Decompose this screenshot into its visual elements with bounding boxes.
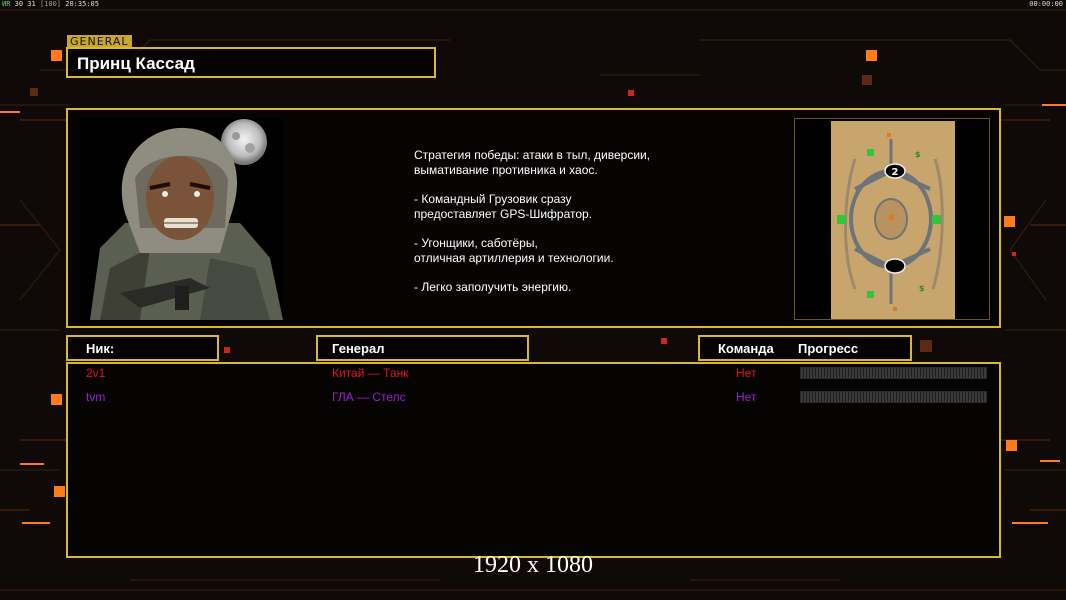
player-team: Нет [736, 366, 757, 380]
supply-icon: $ [919, 284, 925, 293]
column-header-general: Генерал [316, 335, 529, 361]
player-general: Китай — Танк [332, 366, 409, 380]
player-nick: 2v1 [86, 366, 106, 380]
portrait-image [80, 118, 283, 320]
fps-label: ИR [2, 0, 11, 8]
game-timer: 00:00:00 [1029, 0, 1063, 8]
column-header-nick: Ник: [66, 335, 219, 361]
description-units: - Угонщики, саботёры, отличная артиллери… [414, 236, 614, 265]
general-description: Стратегия победы: атаки в тыл, диверсии,… [414, 148, 754, 309]
fps-values: 30 31 [14, 0, 36, 8]
general-name: Принц Кассад [77, 54, 195, 73]
column-general-label: Генерал [332, 341, 385, 356]
general-portrait [80, 118, 283, 320]
status-bar-left: ИR 30 31 [100] 20:35:05 [2, 0, 99, 8]
player-progress-bar [800, 367, 987, 379]
column-progress-label: Прогресс [798, 341, 859, 356]
description-truck: - Командный Грузовик сразу предоставляет… [414, 192, 593, 221]
player-progress-bar [800, 391, 987, 403]
fps-limit: [100] [39, 0, 62, 8]
description-energy: - Легко заполучить энергию. [414, 280, 572, 294]
clock: 20:35:05 [65, 0, 99, 8]
player-nick: tvm [86, 390, 106, 404]
column-team-label: Команда [718, 341, 774, 356]
map-image: 2 $ $ [795, 119, 989, 319]
column-nick-label: Ник: [86, 341, 115, 356]
supply-icon: $ [915, 150, 921, 159]
player-general: ГЛА — Стелс [332, 390, 406, 404]
general-name-box: Принц Кассад [66, 47, 436, 78]
resolution-label: 1920 x 1080 [473, 552, 593, 578]
start-position-2: 2 [892, 167, 899, 178]
status-bar: ИR 30 31 [100] 20:35:05 00:00:00 [0, 0, 1066, 9]
player-team: Нет [736, 390, 757, 404]
map-preview: 2 $ $ [794, 118, 990, 320]
column-header-team-progress: Команда Прогресс [698, 335, 912, 361]
description-strategy: Стратегия победы: атаки в тыл, диверсии,… [414, 148, 651, 177]
